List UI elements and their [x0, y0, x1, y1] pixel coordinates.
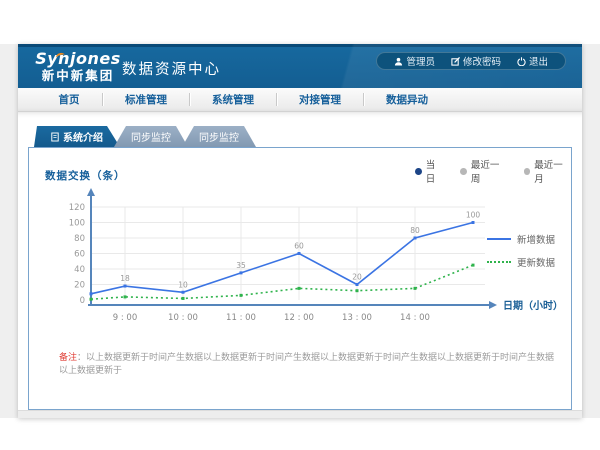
radio-last-month[interactable]: 最近一月 [524, 157, 571, 185]
legend-item-new-data: 新增数据 [487, 232, 555, 246]
svg-text:20: 20 [352, 273, 362, 282]
time-range-radio-group: 当日 最近一周 最近一月 [415, 157, 571, 185]
admin-user-button[interactable]: 管理员 [387, 54, 442, 68]
radio-last-week[interactable]: 最近一周 [460, 157, 507, 185]
svg-text:60: 60 [74, 250, 85, 260]
edit-icon [451, 57, 460, 66]
window-footer-strip [18, 410, 582, 418]
footnote-text: ：以上数据更新于时间产生数据以上数据更新于时间产生数据以上数据更新于时间产生数据… [59, 353, 554, 376]
app-header: Synjones 新中新集团 数据资源中心 管理员 修改密码 退出 [18, 44, 582, 88]
user-icon [394, 57, 403, 66]
solid-line-icon [487, 238, 511, 240]
nav-item-standard-mgmt[interactable]: 标准管理 [103, 88, 189, 111]
chart-panel: 当日 最近一周 最近一月 数据交换（条） 0 20 40 60 80 100 120 9 : … [28, 147, 572, 410]
logo-company-text: 新中新集团 [32, 68, 124, 83]
radio-label: 当日 [426, 157, 444, 185]
radio-label: 最近一周 [471, 157, 508, 185]
legend-label: 新增数据 [517, 232, 555, 246]
footnote: 备注：以上数据更新于时间产生数据以上数据更新于时间产生数据以上数据更新于时间产生… [59, 352, 559, 378]
tab-label: 同步监控 [131, 129, 171, 144]
tab-label: 系统介绍 [63, 129, 103, 144]
change-password-label: 修改密码 [463, 54, 501, 68]
logout-label: 退出 [529, 54, 548, 68]
svg-text:0: 0 [80, 296, 85, 306]
tab-label: 同步监控 [199, 129, 239, 144]
svg-text:120: 120 [69, 203, 85, 213]
svg-text:12 : 00: 12 : 00 [284, 313, 314, 323]
svg-text:100: 100 [466, 211, 481, 220]
svg-text:80: 80 [410, 226, 420, 235]
svg-text:100: 100 [69, 219, 85, 229]
admin-user-label: 管理员 [406, 54, 435, 68]
radio-today[interactable]: 当日 [415, 157, 444, 185]
legend-label: 更新数据 [517, 255, 555, 269]
nav-item-interface-mgmt[interactable]: 对接管理 [277, 88, 363, 111]
svg-text:18: 18 [120, 274, 130, 283]
radio-dot-icon [415, 168, 422, 175]
nav-item-system-mgmt[interactable]: 系统管理 [190, 88, 276, 111]
nav-item-data-change[interactable]: 数据异动 [364, 88, 450, 111]
radio-label: 最近一月 [534, 157, 571, 185]
app-window: Synjones 新中新集团 数据资源中心 管理员 修改密码 退出 [18, 44, 582, 418]
svg-text:14 : 00: 14 : 00 [400, 313, 430, 323]
svg-text:10: 10 [178, 280, 188, 289]
content-area: 系统介绍 同步监控 同步监控 当日 最近一周 [18, 112, 582, 418]
legend-item-updated-data: 更新数据 [487, 255, 555, 269]
main-nav: 首页 标准管理 系统管理 对接管理 数据异动 [18, 88, 582, 112]
svg-text:80: 80 [74, 234, 85, 244]
logout-button[interactable]: 退出 [510, 54, 555, 68]
page-background: Synjones 新中新集团 数据资源中心 管理员 修改密码 退出 [0, 44, 600, 418]
logo: Synjones 新中新集团 [32, 50, 124, 83]
radio-dot-icon [460, 168, 467, 175]
tab-bar: 系统介绍 同步监控 同步监控 [34, 126, 256, 147]
tab-sync-monitor-2[interactable]: 同步监控 [182, 126, 256, 147]
svg-text:11 : 00: 11 : 00 [226, 313, 256, 323]
change-password-button[interactable]: 修改密码 [444, 54, 508, 68]
dotted-line-icon [487, 261, 511, 263]
radio-dot-icon [524, 168, 531, 175]
tab-system-intro[interactable]: 系统介绍 [34, 126, 120, 147]
svg-text:60: 60 [294, 242, 304, 251]
chart-legend: 新增数据 更新数据 [487, 232, 555, 269]
document-icon [51, 132, 59, 142]
svg-text:40: 40 [74, 265, 85, 275]
tab-sync-monitor-1[interactable]: 同步监控 [114, 126, 188, 147]
svg-text:10 : 00: 10 : 00 [168, 313, 198, 323]
power-icon [517, 57, 526, 66]
svg-text:20: 20 [74, 281, 85, 291]
svg-text:9 : 00: 9 : 00 [113, 313, 138, 323]
logo-brand-text: Synjones [32, 50, 124, 68]
nav-item-home[interactable]: 首页 [36, 88, 102, 111]
svg-text:日期（小时）: 日期（小时） [503, 299, 563, 312]
footnote-prefix: 备注 [59, 353, 77, 363]
user-toolbar: 管理员 修改密码 退出 [376, 52, 566, 70]
svg-text:35: 35 [236, 261, 246, 270]
page-title: 数据资源中心 [122, 58, 221, 79]
y-axis-title: 数据交换（条） [45, 168, 126, 183]
svg-text:13 : 00: 13 : 00 [342, 313, 372, 323]
